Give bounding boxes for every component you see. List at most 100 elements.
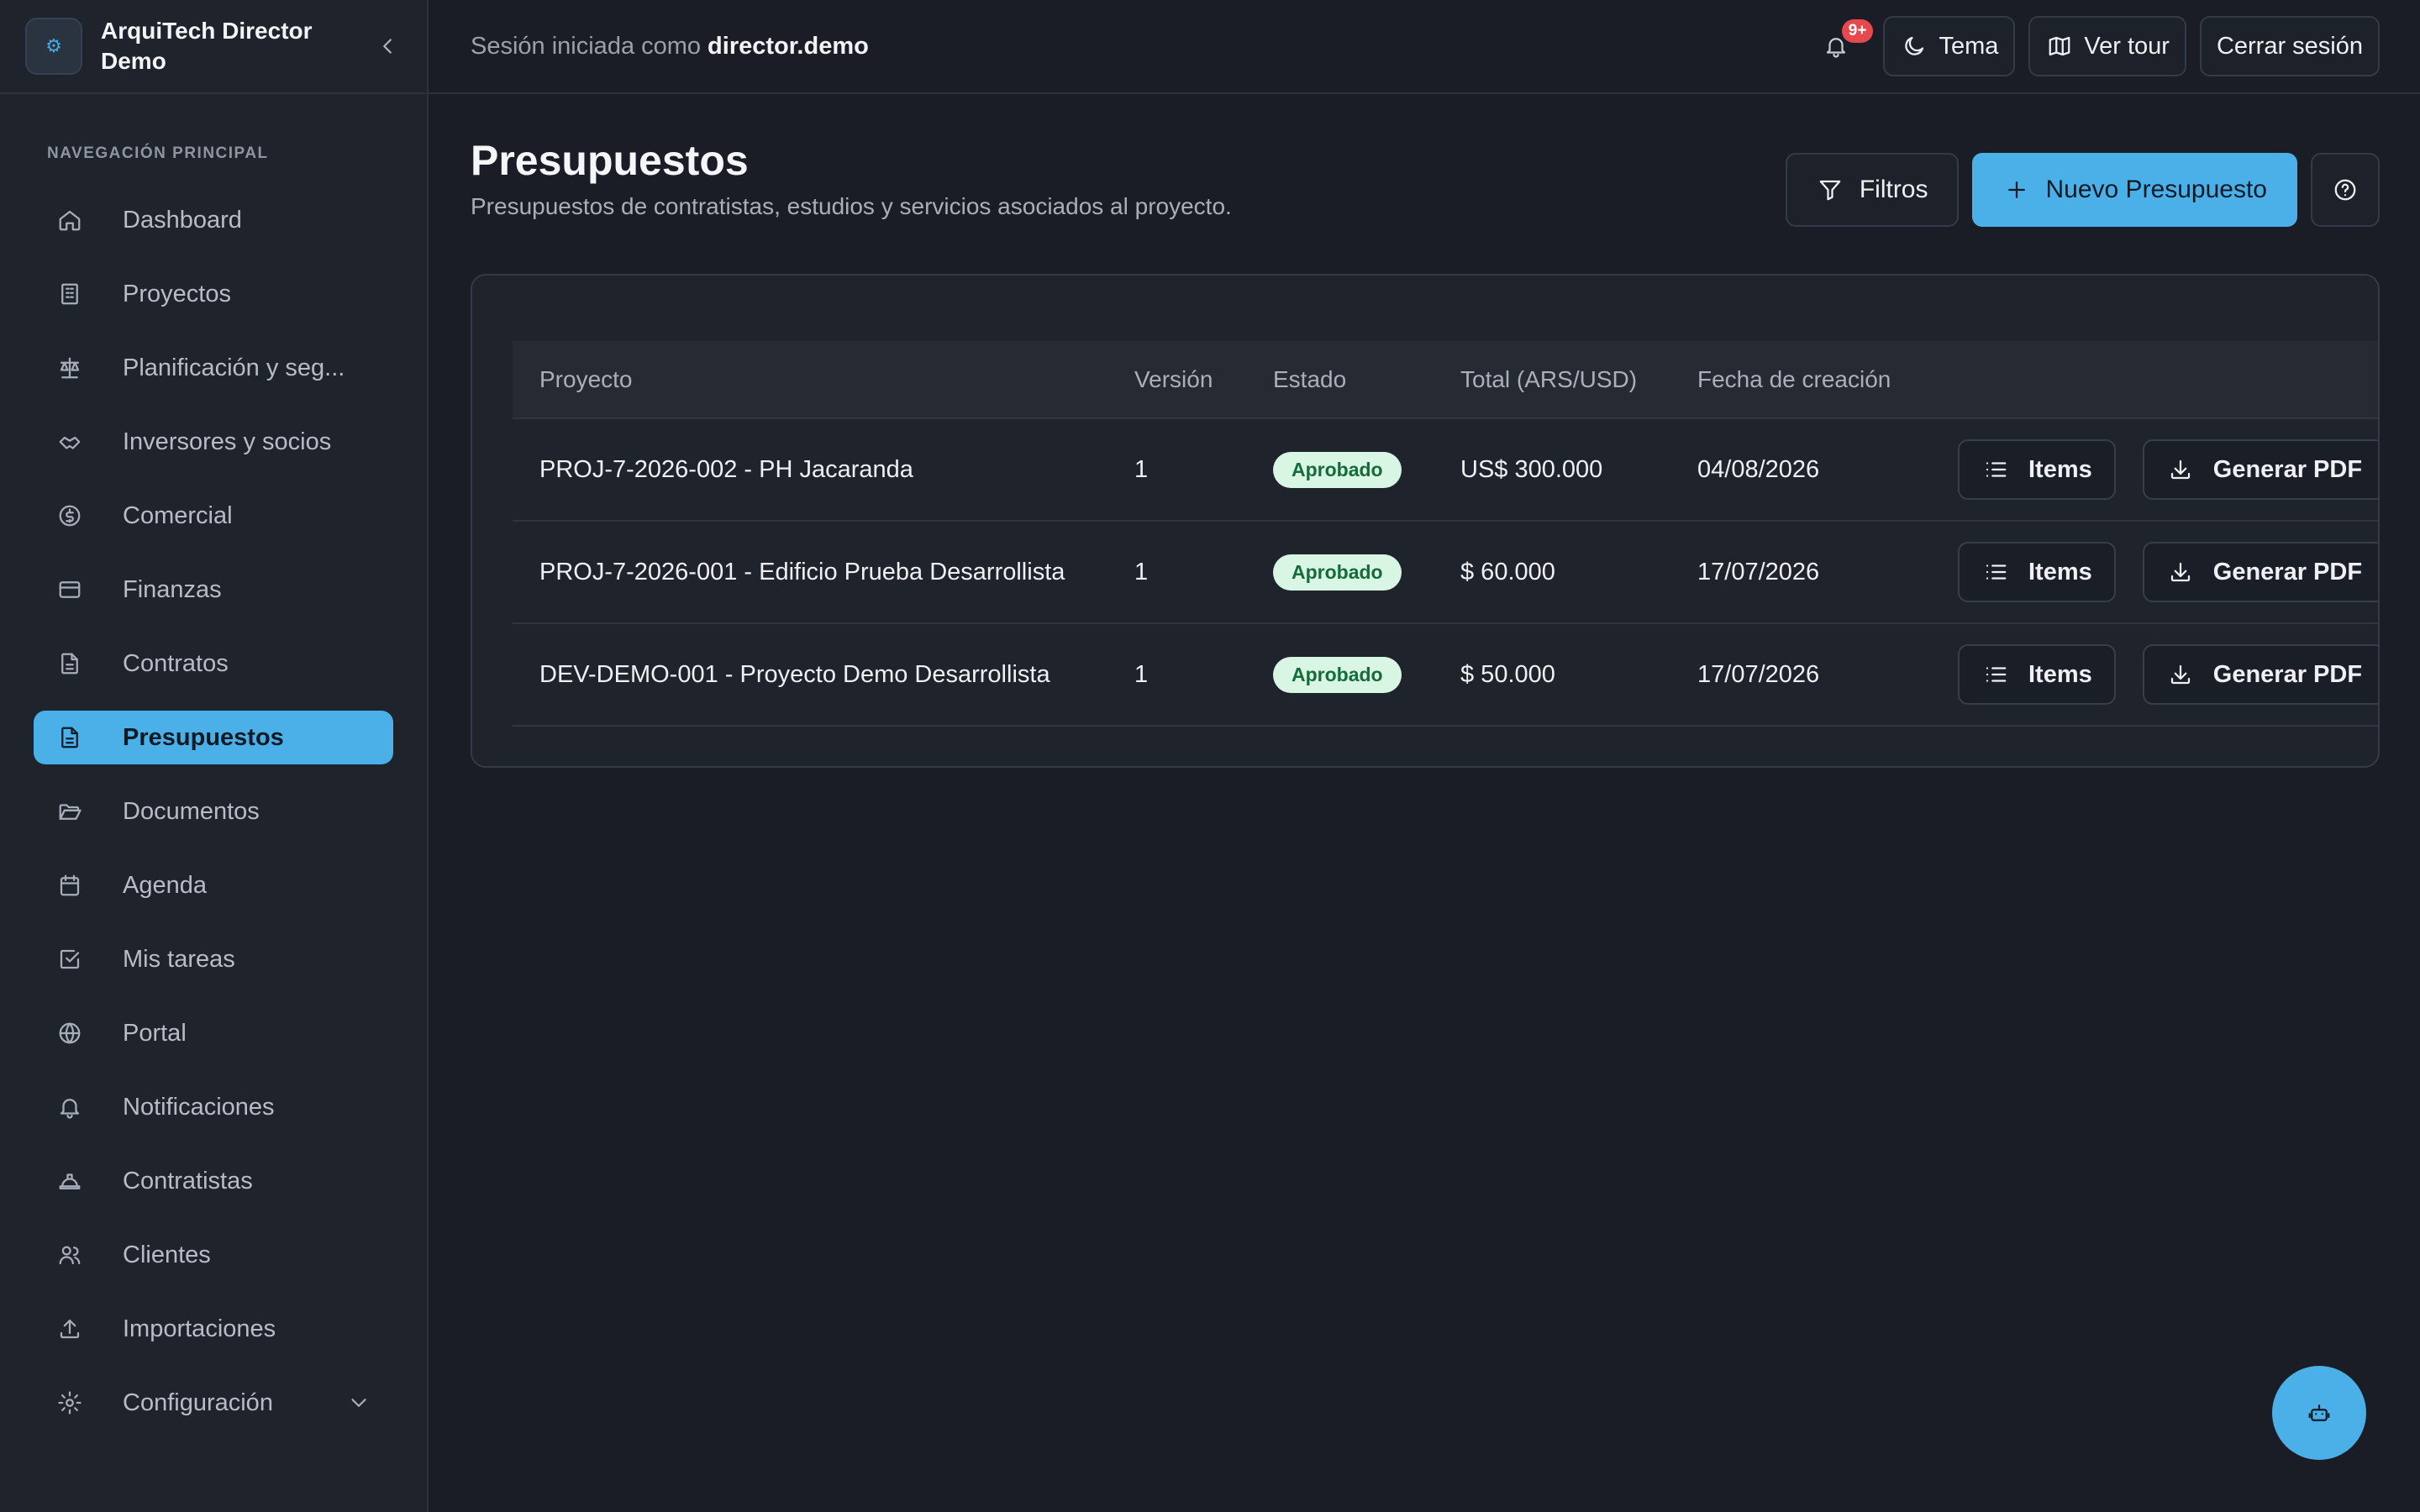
cell-fecha: 04/08/2026 <box>1697 455 1820 483</box>
collapse-sidebar-button[interactable] <box>373 32 402 60</box>
table-row[interactable]: DEV-DEMO-001 - Proyecto Demo Desarrollis… <box>513 623 2378 726</box>
cell-estado: Aprobado <box>1246 418 1434 521</box>
download-icon <box>2166 455 2195 484</box>
session-info: Sesión iniciada como director.demo <box>471 33 869 60</box>
filter-icon <box>1816 176 1844 204</box>
items-button[interactable]: Items <box>1958 439 2116 500</box>
generate-pdf-button[interactable]: Generar PDF <box>2142 644 2378 705</box>
sidebar-item-label: Presupuestos <box>123 723 284 751</box>
main-nav: Dashboard Proyectos Planificación y seg.… <box>0 193 427 1430</box>
sidebar-item-dashboard[interactable]: Dashboard <box>34 193 393 247</box>
sidebar-item-finanzas[interactable]: Finanzas <box>34 563 393 617</box>
theme-button[interactable]: Tema <box>1883 16 2016 76</box>
column-header-actions <box>1931 341 2378 418</box>
handshake-icon <box>55 428 84 456</box>
sidebar-item-contratos[interactable]: Contratos <box>34 637 393 690</box>
logout-button[interactable]: Cerrar sesión <box>2199 16 2380 76</box>
header-actions: Filtros Nuevo Presupuesto <box>1785 153 2380 227</box>
cell-version: 1 <box>1134 455 1149 483</box>
sidebar-item-planificacion[interactable]: Planificación y seg... <box>34 341 393 395</box>
sidebar-item-label: Contratistas <box>123 1167 253 1194</box>
cell-total: $ 60.000 <box>1460 558 1555 585</box>
cell-fecha: 17/07/2026 <box>1697 660 1820 688</box>
chevron-down-icon[interactable] <box>345 1389 373 1417</box>
sidebar-item-label: Mis tareas <box>123 945 235 973</box>
sidebar-item-clientes[interactable]: Clientes <box>34 1228 393 1282</box>
sidebar-item-label: Portal <box>123 1019 187 1047</box>
sidebar-item-notificaciones[interactable]: Notificaciones <box>34 1080 393 1134</box>
dollar-circle-icon <box>55 501 84 530</box>
items-label: Items <box>2028 455 2092 483</box>
session-prefix: Sesión iniciada como <box>471 32 702 60</box>
help-button[interactable] <box>2311 153 2380 227</box>
file-text-icon <box>55 723 84 752</box>
table-header-row: Proyecto Versión Estado Total (ARS/USD) … <box>513 341 2378 418</box>
column-header-fecha[interactable]: Fecha de creación <box>1670 341 1931 418</box>
list-icon <box>1981 660 2010 689</box>
column-header-version[interactable]: Versión <box>1107 341 1246 418</box>
column-header-estado[interactable]: Estado <box>1246 341 1434 418</box>
generate-pdf-button[interactable]: Generar PDF <box>2142 439 2378 500</box>
items-button[interactable]: Items <box>1958 644 2116 705</box>
budgets-card: Proyecto Versión Estado Total (ARS/USD) … <box>471 274 2380 768</box>
brand-header: ⚙ ArquiTech Director Demo <box>0 0 427 94</box>
session-user: director.demo <box>708 32 869 60</box>
users-icon <box>55 1241 84 1269</box>
sidebar-item-presupuestos[interactable]: Presupuestos <box>34 711 393 764</box>
sidebar-item-importaciones[interactable]: Importaciones <box>34 1302 393 1356</box>
list-icon <box>1981 558 2010 586</box>
plus-icon <box>2002 176 2031 204</box>
tour-button[interactable]: Ver tour <box>2028 16 2186 76</box>
table-row[interactable]: PROJ-7-2026-002 - PH Jacaranda 1 Aprobad… <box>513 418 2378 521</box>
column-header-proyecto[interactable]: Proyecto <box>513 341 1107 418</box>
sidebar-item-documentos[interactable]: Documentos <box>34 785 393 838</box>
bell-icon <box>55 1093 84 1121</box>
sidebar-item-label: Importaciones <box>123 1315 276 1342</box>
sidebar-item-label: Planificación y seg... <box>123 354 345 381</box>
page-subtitle: Presupuestos de contratistas, estudios y… <box>471 193 1232 219</box>
sidebar-item-label: Dashboard <box>123 206 242 234</box>
notifications-button[interactable]: 9+ <box>1811 19 1874 71</box>
table-row[interactable]: PROJ-7-2026-001 - Edificio Prueba Desarr… <box>513 521 2378 623</box>
list-icon <box>1981 455 2010 484</box>
filters-button[interactable]: Filtros <box>1785 153 1959 227</box>
map-icon <box>2045 32 2074 60</box>
help-circle-icon <box>2331 176 2360 204</box>
sidebar-item-configuracion[interactable]: Configuración <box>34 1376 393 1430</box>
sidebar-item-agenda[interactable]: Agenda <box>34 858 393 912</box>
sidebar-item-comercial[interactable]: Comercial <box>34 489 393 543</box>
topbar: Sesión iniciada como director.demo 9+ Tem… <box>429 0 2420 94</box>
cell-total: $ 50.000 <box>1460 660 1555 688</box>
cell-proyecto: DEV-DEMO-001 - Proyecto Demo Desarrollis… <box>539 660 1050 688</box>
chevron-left-icon <box>383 39 392 54</box>
download-icon <box>2166 660 2195 689</box>
sidebar-item-contratistas[interactable]: Contratistas <box>34 1154 393 1208</box>
items-button[interactable]: Items <box>1958 542 2116 602</box>
brand-name: ArquiTech Director Demo <box>101 18 313 74</box>
sidebar-item-mis-tareas[interactable]: Mis tareas <box>34 932 393 986</box>
assistant-bot-button[interactable] <box>2272 1366 2366 1460</box>
bot-icon <box>2305 1399 2333 1427</box>
generate-pdf-button[interactable]: Generar PDF <box>2142 542 2378 602</box>
upload-icon <box>55 1315 84 1343</box>
sidebar-item-inversores[interactable]: Inversores y socios <box>34 415 393 469</box>
globe-icon <box>55 1019 84 1047</box>
new-budget-button[interactable]: Nuevo Presupuesto <box>1971 153 2297 227</box>
budgets-table: Proyecto Versión Estado Total (ARS/USD) … <box>513 341 2378 727</box>
new-budget-label: Nuevo Presupuesto <box>2045 176 2268 203</box>
page-title: Presupuestos <box>471 137 749 184</box>
cell-estado: Aprobado <box>1246 623 1434 726</box>
column-header-total[interactable]: Total (ARS/USD) <box>1434 341 1670 418</box>
sidebar-item-label: Documentos <box>123 797 260 825</box>
scale-icon <box>55 354 84 382</box>
page-header: Presupuestos Presupuestos de contratista… <box>471 136 2380 227</box>
cell-proyecto: PROJ-7-2026-002 - PH Jacaranda <box>539 455 913 483</box>
sidebar-item-proyectos[interactable]: Proyectos <box>34 267 393 321</box>
sidebar-item-label: Finanzas <box>123 575 222 603</box>
logo-icon[interactable]: ⚙ <box>25 18 82 75</box>
calendar-icon <box>55 871 84 900</box>
sidebar-item-portal[interactable]: Portal <box>34 1006 393 1060</box>
sidebar-item-label: Contratos <box>123 649 229 677</box>
cell-total: US$ 300.000 <box>1460 455 1603 483</box>
top-actions: 9+ Tema Ver tour Cerrar sesión <box>1811 16 2380 76</box>
